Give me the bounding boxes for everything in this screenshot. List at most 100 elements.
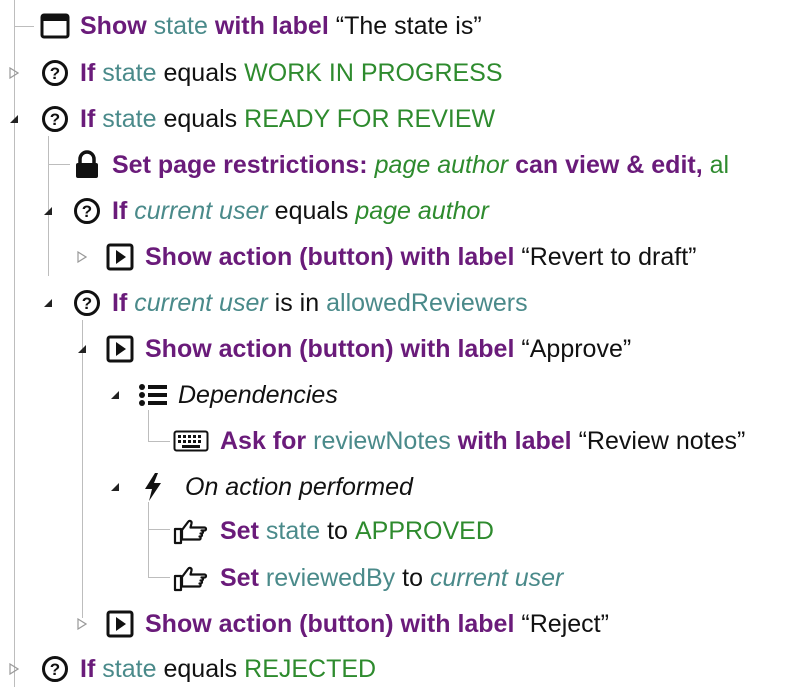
svg-text:?: ? (50, 660, 60, 679)
svg-text:?: ? (50, 64, 60, 83)
keyword: If (80, 58, 96, 87)
variable: state (102, 58, 157, 87)
collapse-toggle[interactable] (108, 480, 122, 494)
value: REJECTED (244, 654, 377, 683)
operator: equals (163, 654, 238, 683)
svg-text:?: ? (82, 202, 92, 221)
value: READY FOR REVIEW (244, 104, 496, 133)
tree-guide-line (148, 529, 170, 530)
label-string: “Revert to draft” (521, 242, 697, 271)
tree-row-set-state-approved[interactable]: Set state to APPROVED (172, 511, 494, 551)
keyword: Set (220, 516, 259, 545)
window-icon (40, 11, 70, 41)
pointing-hand-icon (172, 516, 210, 546)
operator: is in (274, 288, 320, 317)
keyword: If (112, 196, 128, 225)
variable: state (102, 104, 157, 133)
variable: reviewedBy (265, 563, 396, 592)
tree-row-if-user-is-reviewer[interactable]: ? If current user is in allowedReviewers (72, 283, 528, 323)
section-label: Dependencies (178, 380, 338, 409)
keyword: Ask for (220, 426, 307, 455)
keyword: Show action (button) with label (145, 242, 515, 271)
keyword: Show (80, 11, 147, 40)
expand-toggle[interactable] (7, 66, 21, 80)
tree-row-action-revert-to-draft[interactable]: Show action (button) with label “Revert … (105, 237, 696, 277)
tree-guide-line (14, 0, 15, 687)
keyword: with label (457, 426, 572, 455)
question-icon: ? (40, 654, 70, 684)
tree-guide-line (148, 502, 149, 578)
tree-row-if-current-user-is-author[interactable]: ? If current user equals page author (72, 191, 489, 231)
lightning-icon (138, 472, 168, 502)
tree-guide-line (14, 26, 34, 27)
pointing-hand-icon (172, 563, 210, 593)
expanded-triangle-icon (10, 115, 18, 123)
expand-toggle[interactable] (75, 617, 89, 631)
operator: to (402, 563, 423, 592)
tree-row-ask-for-review-notes[interactable]: Ask for reviewNotes with label “Review n… (172, 421, 745, 461)
label-string: “Reject” (521, 609, 609, 638)
collapse-toggle[interactable] (41, 296, 55, 310)
section-label: On action performed (185, 472, 413, 501)
tree-guide-line (148, 577, 170, 578)
label-string: “Approve” (521, 334, 632, 363)
collapse-toggle[interactable] (108, 388, 122, 402)
expanded-triangle-icon (44, 299, 52, 307)
label-string: “Review notes” (578, 426, 746, 455)
keyword: Show action (button) with label (145, 609, 515, 638)
collapse-toggle[interactable] (75, 342, 89, 356)
value-truncated: al (709, 150, 730, 179)
variable: state (153, 11, 208, 40)
label-string: “The state is” (335, 11, 482, 40)
tree-row-action-approve[interactable]: Show action (button) with label “Approve… (105, 329, 631, 369)
value: page author (374, 150, 509, 179)
expand-toggle[interactable] (7, 662, 21, 676)
variable: state (102, 654, 157, 683)
tree-guide-line (82, 320, 83, 618)
variable: current user (134, 288, 268, 317)
tree-row-if-work-in-progress[interactable]: ? If state equals WORK IN PROGRESS (40, 53, 503, 93)
keyword: can view & edit, (515, 150, 703, 179)
tree-row-dependencies[interactable]: Dependencies (138, 375, 338, 415)
keyword: Set page restrictions: (112, 150, 368, 179)
collapsed-triangle-icon (9, 67, 19, 79)
expand-toggle[interactable] (75, 250, 89, 264)
tree-row-action-reject[interactable]: Show action (button) with label “Reject” (105, 604, 609, 644)
expanded-triangle-icon (111, 483, 119, 491)
svg-text:?: ? (50, 110, 60, 129)
question-icon: ? (40, 104, 70, 134)
collapsed-triangle-icon (77, 618, 87, 630)
collapsed-triangle-icon (77, 251, 87, 263)
keyboard-icon (172, 426, 210, 456)
tree-row-set-page-restrictions[interactable]: Set page restrictions: page author can v… (72, 145, 729, 185)
collapse-toggle[interactable] (7, 112, 21, 126)
expanded-triangle-icon (111, 391, 119, 399)
collapsed-triangle-icon (9, 663, 19, 675)
operator: equals (163, 104, 238, 133)
variable: reviewNotes (313, 426, 451, 455)
collapse-toggle[interactable] (41, 204, 55, 218)
operator: equals (163, 58, 238, 87)
question-icon: ? (72, 196, 102, 226)
play-button-icon (105, 242, 135, 272)
tree-row-show-state[interactable]: Show state with label “The state is” (40, 6, 482, 46)
question-icon: ? (72, 288, 102, 318)
tree-row-if-rejected[interactable]: ? If state equals REJECTED (40, 649, 376, 689)
play-button-icon (105, 334, 135, 364)
variable: allowedReviewers (326, 288, 528, 317)
tree-guide-line (48, 164, 70, 165)
tree-row-if-ready-for-review[interactable]: ? If state equals READY FOR REVIEW (40, 99, 495, 139)
operator: equals (274, 196, 349, 225)
variable: current user (134, 196, 268, 225)
keyword: If (80, 654, 96, 683)
keyword: Show action (button) with label (145, 334, 515, 363)
tree-row-on-action-performed[interactable]: On action performed (138, 467, 413, 507)
keyword: with label (214, 11, 329, 40)
value: current user (430, 563, 564, 592)
list-icon (138, 380, 168, 410)
keyword: If (80, 104, 96, 133)
lock-icon (72, 150, 102, 180)
keyword: Set (220, 563, 259, 592)
tree-row-set-reviewed-by[interactable]: Set reviewedBy to current user (172, 558, 563, 598)
expanded-triangle-icon (44, 207, 52, 215)
